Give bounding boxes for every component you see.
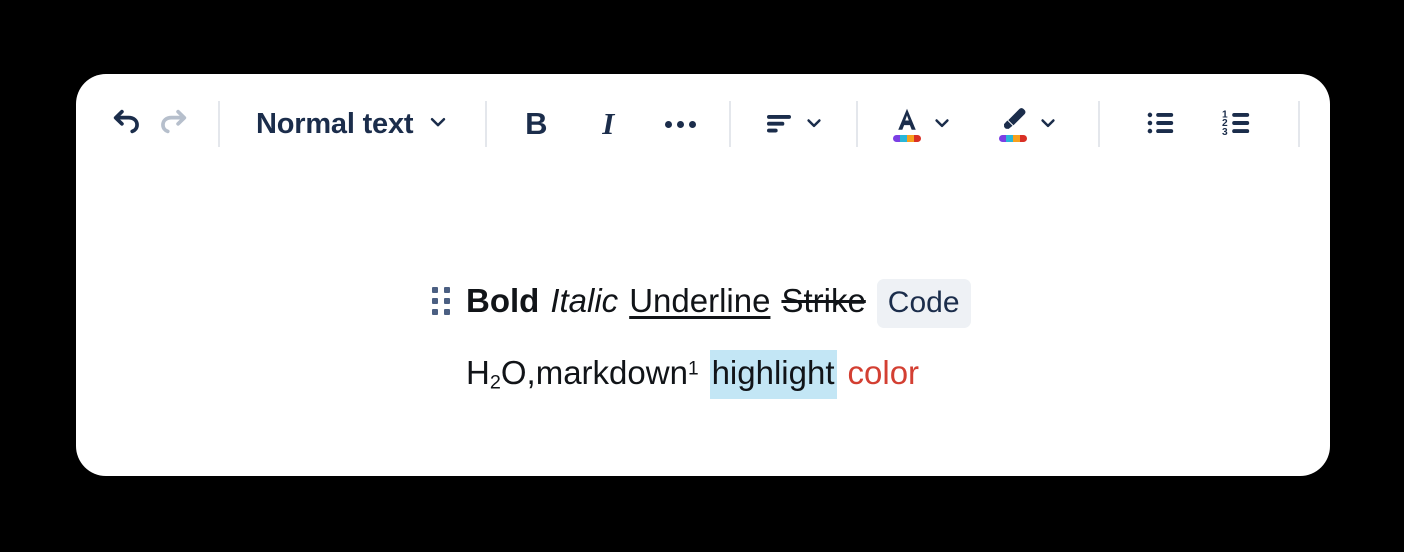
color-swatch xyxy=(893,134,922,142)
chevron-down-icon xyxy=(427,111,449,138)
formula-base: H xyxy=(466,354,490,391)
svg-text:3: 3 xyxy=(1222,126,1228,137)
text-style-dropdown[interactable]: Normal text xyxy=(242,100,463,148)
chemical-formula: H2O, xyxy=(466,352,536,396)
toolbar-divider xyxy=(485,101,488,147)
drag-handle-icon[interactable] xyxy=(432,287,450,315)
italic-button[interactable]: I xyxy=(585,101,631,147)
redo-arrow-icon xyxy=(156,106,190,143)
markdown-label: markdown xyxy=(535,354,688,391)
redo-button[interactable] xyxy=(150,101,196,147)
font-color-icon xyxy=(892,107,922,142)
history-group xyxy=(104,101,196,147)
toolbar-divider xyxy=(218,101,220,147)
bold-text: Bold xyxy=(466,282,540,319)
bold-icon: B xyxy=(525,106,548,141)
italic-icon: I xyxy=(602,106,615,141)
code-text: Code xyxy=(876,279,971,328)
bold-button[interactable]: B xyxy=(513,101,559,147)
undo-button[interactable] xyxy=(104,101,150,147)
document-body[interactable]: Bold Italic Underline Strike Code H2O, m… xyxy=(76,174,1330,476)
chevron-down-icon xyxy=(804,113,824,136)
numbered-list-button[interactable]: 1 2 3 xyxy=(1214,101,1260,147)
font-color-button[interactable] xyxy=(886,101,958,147)
highlighter-pen-icon xyxy=(998,107,1028,142)
chevron-down-icon xyxy=(1038,113,1058,136)
numbered-list-icon: 1 2 3 xyxy=(1220,106,1254,143)
toolbar-divider xyxy=(1098,101,1101,147)
ellipsis-icon xyxy=(664,120,696,128)
toolbar-divider xyxy=(856,101,859,147)
chevron-down-icon xyxy=(932,113,952,136)
text-style-label: Normal text xyxy=(256,107,414,140)
document-line-1[interactable]: Bold Italic Underline Strike Code xyxy=(76,279,1330,328)
align-button[interactable] xyxy=(757,101,830,147)
editor-toolbar: Normal text B I 1 2 3 xyxy=(76,74,1330,174)
align-left-icon xyxy=(763,107,795,142)
formula-subscript: 2 xyxy=(489,371,501,394)
color-swatch xyxy=(999,134,1028,142)
undo-arrow-icon xyxy=(110,106,144,143)
formula-tail: O, xyxy=(500,354,536,391)
highlight-button[interactable] xyxy=(992,101,1064,147)
strikethrough-text: Strike xyxy=(781,282,866,319)
more-formatting-button[interactable] xyxy=(657,101,703,147)
italic-text: Italic xyxy=(550,282,619,319)
bulleted-list-button[interactable] xyxy=(1138,101,1184,147)
colored-text: color xyxy=(847,354,920,391)
inline-format-group: B I xyxy=(513,101,703,147)
toolbar-divider xyxy=(1298,101,1301,147)
markdown-superscript: 1 xyxy=(687,358,699,380)
screenshot-root: Normal text B I 1 2 3 Bold Italic Underl… xyxy=(0,0,1404,552)
markdown-text: markdown1 xyxy=(536,352,699,395)
bulleted-list-icon xyxy=(1144,106,1178,143)
editor-card: Normal text B I 1 2 3 Bold Italic Underl… xyxy=(76,74,1330,476)
highlighted-text: highlight xyxy=(709,350,837,399)
underline-text: Underline xyxy=(629,282,771,319)
document-line-2[interactable]: H2O, markdown1 highlight color xyxy=(76,350,1330,399)
toolbar-divider xyxy=(729,101,732,147)
